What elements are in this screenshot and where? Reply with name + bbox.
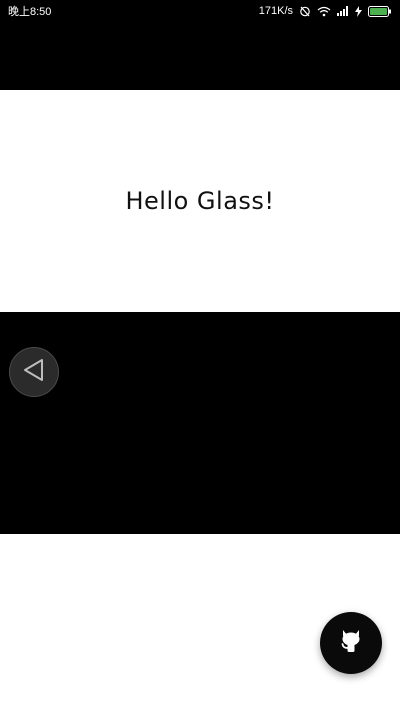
wifi-icon: [317, 6, 331, 17]
app-screen: 晚上8:50 171K/s Hello Glass!: [0, 0, 400, 711]
glass-card: Hello Glass!: [0, 90, 400, 312]
back-triangle-icon: [22, 357, 46, 387]
alarm-off-icon: [299, 5, 311, 17]
back-button[interactable]: [9, 347, 59, 397]
charging-icon: [355, 5, 362, 17]
lower-black-band: [0, 312, 400, 534]
battery-icon: [368, 5, 392, 17]
card-title: Hello Glass!: [125, 187, 275, 215]
github-fab-button[interactable]: [320, 612, 382, 674]
network-speed: 171K/s: [258, 5, 293, 17]
github-octocat-icon: [338, 627, 364, 659]
status-time: 晚上8:50: [8, 6, 52, 18]
top-black-band: [0, 22, 400, 90]
status-bar: 晚上8:50 171K/s: [0, 0, 400, 22]
signal-icon: [337, 6, 349, 16]
